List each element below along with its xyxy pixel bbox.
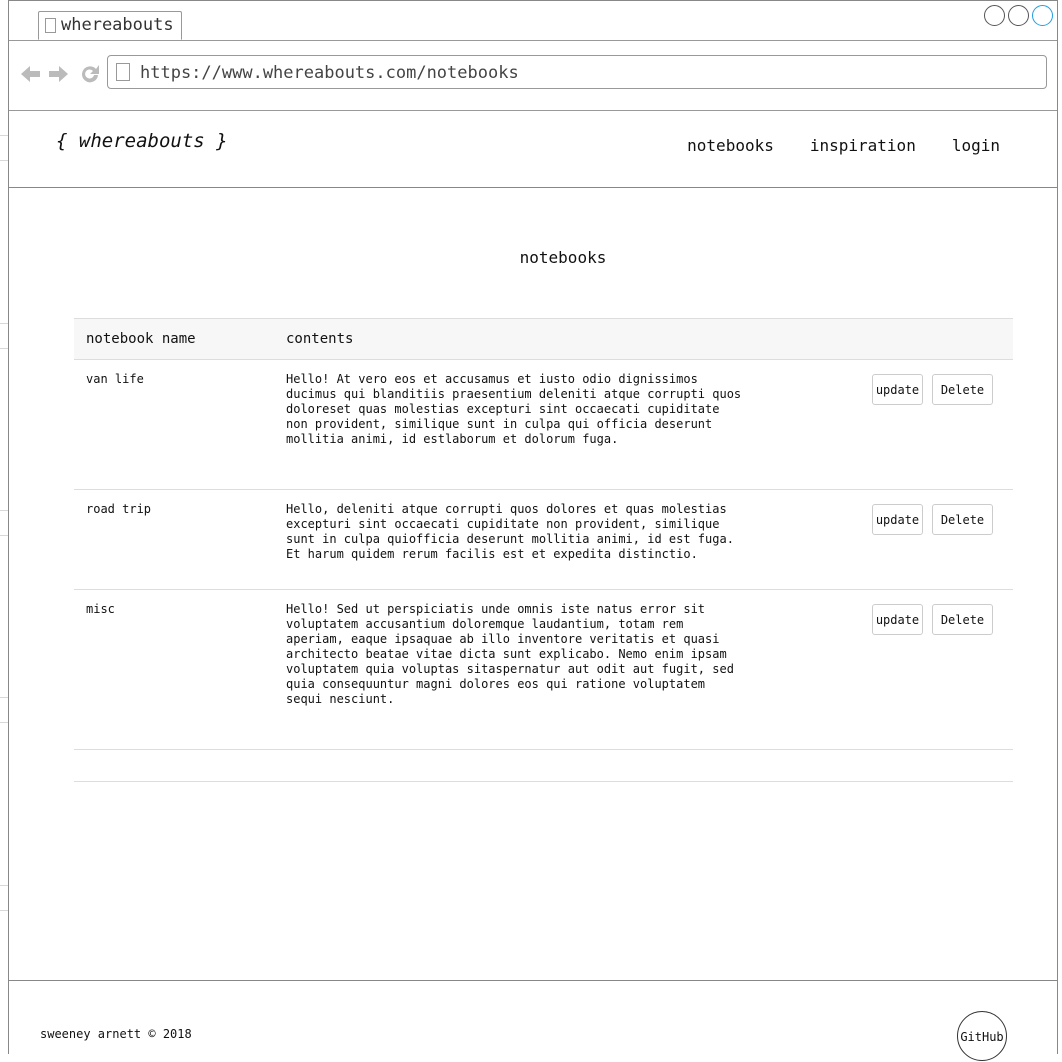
forward-arrow-icon[interactable]	[48, 63, 70, 85]
nav-link-login[interactable]: login	[952, 136, 1000, 155]
table-row: road trip Hello, deleniti atque corrupti…	[74, 490, 1013, 590]
browser-tab[interactable]: whereabouts	[38, 11, 182, 40]
window-control-circle-icon[interactable]	[1008, 5, 1029, 26]
table-header: notebook name contents	[74, 318, 1013, 360]
tab-title: whereabouts	[61, 15, 174, 35]
notebook-name: van life	[86, 372, 144, 386]
notebook-name: road trip	[86, 502, 152, 516]
nav-link-notebooks[interactable]: notebooks	[687, 136, 774, 155]
delete-button[interactable]: Delete	[932, 604, 993, 635]
page-icon	[116, 63, 130, 81]
column-header-contents: contents	[286, 331, 354, 347]
window-controls	[984, 5, 1053, 26]
notebook-contents: Hello! At vero eos et accusamus et iusto…	[286, 372, 742, 446]
site-footer: sweeney arnett © 2018 GitHub	[9, 980, 1057, 1061]
table-row: van life Hello! At vero eos et accusamus…	[74, 360, 1013, 490]
delete-button[interactable]: Delete	[932, 504, 993, 535]
column-header-name: notebook name	[86, 331, 196, 347]
window-control-circle-icon[interactable]	[984, 5, 1005, 26]
site-header: { whereabouts } notebooks inspiration lo…	[9, 111, 1057, 188]
address-bar[interactable]: https://www.whereabouts.com/notebooks	[107, 55, 1047, 89]
notebooks-table: notebook name contents van life Hello! A…	[74, 318, 1013, 782]
nav-link-inspiration[interactable]: inspiration	[810, 136, 916, 155]
copyright-text: sweeney arnett © 2018	[40, 1027, 192, 1041]
browser-toolbar: https://www.whereabouts.com/notebooks	[9, 41, 1057, 111]
notebook-contents: Hello, deleniti atque corrupti quos dolo…	[286, 502, 734, 561]
window-control-circle-icon[interactable]	[1032, 5, 1053, 26]
url-text[interactable]: https://www.whereabouts.com/notebooks	[140, 63, 519, 83]
delete-button[interactable]: Delete	[932, 374, 993, 405]
notebook-contents: Hello! Sed ut perspiciatis unde omnis is…	[286, 602, 734, 706]
site-logo[interactable]: { whereabouts }	[56, 130, 228, 152]
table-row: misc Hello! Sed ut perspiciatis unde omn…	[74, 590, 1013, 750]
update-button[interactable]: update	[872, 374, 923, 405]
page-icon	[45, 18, 56, 33]
empty-table-row	[74, 750, 1013, 782]
notebook-name: misc	[86, 602, 115, 616]
tab-bar: whereabouts	[9, 1, 1057, 41]
update-button[interactable]: update	[872, 604, 923, 635]
page-title: notebooks	[519, 248, 607, 267]
back-arrow-icon[interactable]	[19, 63, 41, 85]
reload-icon[interactable]	[79, 63, 101, 85]
site-nav: notebooks inspiration login	[687, 136, 1000, 155]
update-button[interactable]: update	[872, 504, 923, 535]
